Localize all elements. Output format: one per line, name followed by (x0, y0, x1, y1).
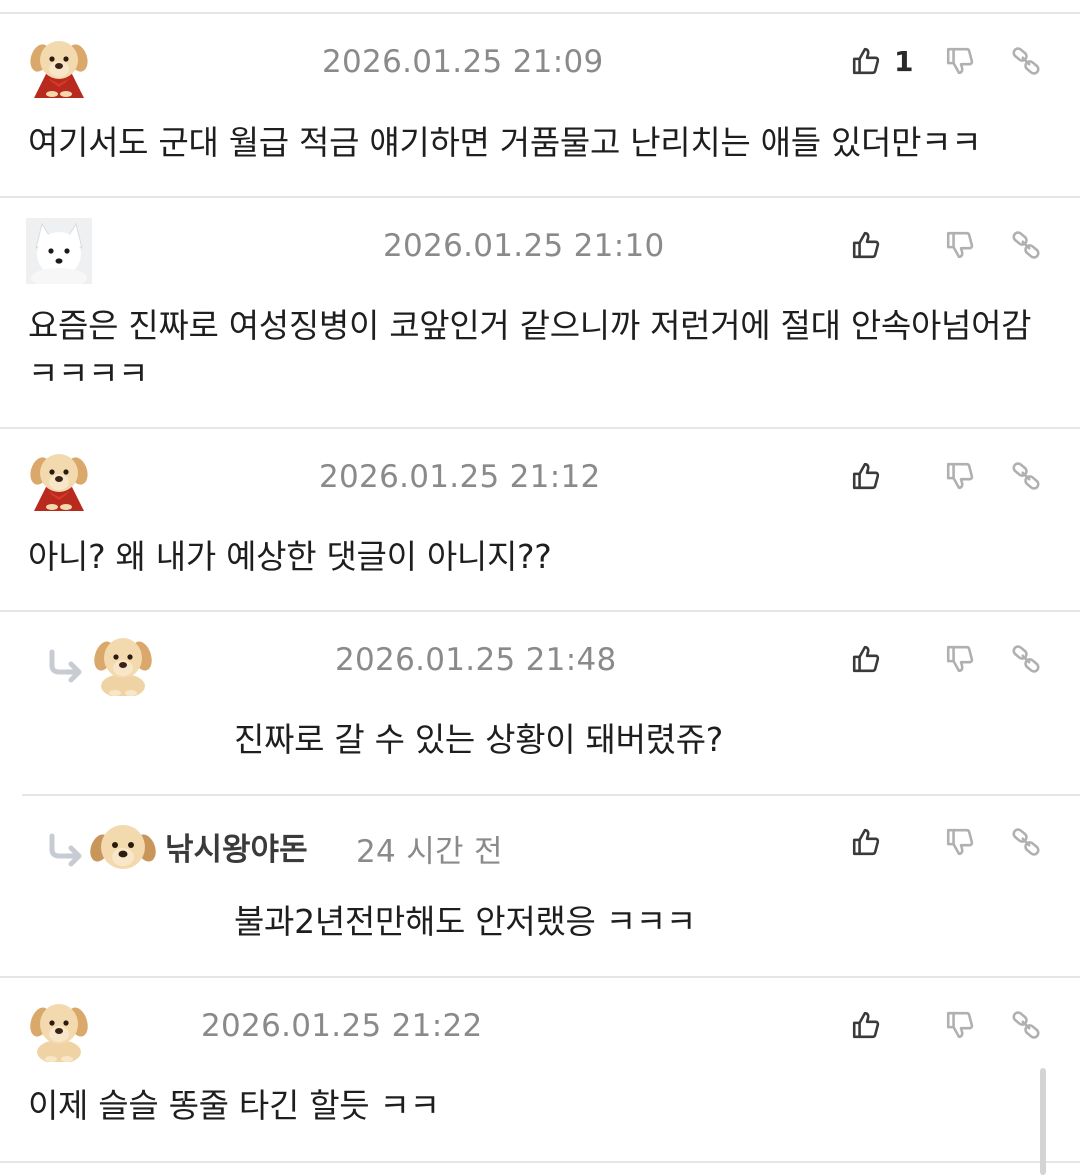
comment-divider (0, 610, 1080, 612)
comment-text: 요즘은 진짜로 여성징병이 코앞인거 같으니까 저런거에 절대 안속아넘어감 ㅋ… (28, 306, 1042, 393)
comment-actions (846, 1005, 1046, 1045)
comment-actions (846, 456, 1046, 496)
puppy-icon[interactable] (26, 996, 92, 1062)
comment-text: 여기서도 군대 월급 적금 얘기하면 거품물고 난리치는 애들 있더만ㅋㅋ (28, 123, 982, 162)
like-button[interactable] (846, 822, 886, 862)
like-count: 1 (894, 44, 914, 78)
reply-arrow-icon (46, 648, 86, 684)
like-button[interactable] (846, 456, 886, 496)
like-button[interactable] (846, 225, 886, 265)
comment-item: 2026.01.25 21:12 아니? 왜 내가 예상한 댓글이 아니지?? (0, 447, 1080, 610)
share-link-button[interactable] (1006, 41, 1046, 81)
dislike-button[interactable] (940, 639, 980, 679)
like-button[interactable] (846, 639, 886, 679)
reply-arrow-icon (46, 832, 86, 868)
puppy-cape-icon[interactable] (26, 447, 92, 513)
comment-item: 2026.01.25 21:22 이제 슬슬 똥줄 타긴 할듯 ㅋㅋ (0, 996, 1080, 1161)
like-button[interactable] (846, 1005, 886, 1045)
comment-divider (0, 196, 1080, 198)
like-button[interactable] (846, 41, 886, 81)
comment-text: 불과2년전만해도 안저랬응 ㅋㅋㅋ (234, 902, 696, 941)
comment-date: 2026.01.25 21:48 (335, 642, 617, 678)
white-fox-icon[interactable] (26, 218, 92, 284)
puppy-icon[interactable] (90, 630, 156, 696)
share-link-button[interactable] (1006, 225, 1046, 265)
comment-item: 2026.01.25 21:09 1 여기서도 군대 월급 적금 얘기하면 거품… (0, 34, 1080, 196)
puppy-face-icon[interactable] (90, 814, 156, 880)
top-divider (0, 12, 1080, 14)
comment-date: 2026.01.25 21:10 (383, 228, 665, 264)
reply-item: 낚시왕야돈 24 시간 전 불과2년전만해도 안저랬응 ㅋㅋㅋ (0, 814, 1080, 976)
scrollbar[interactable] (1040, 1068, 1046, 1175)
comment-date: 2026.01.25 21:22 (201, 1008, 483, 1044)
dislike-button[interactable] (940, 225, 980, 265)
comment-actions: 1 (846, 41, 1046, 81)
comment-actions (846, 225, 1046, 265)
dislike-button[interactable] (940, 456, 980, 496)
share-link-button[interactable] (1006, 639, 1046, 679)
comment-divider (0, 1161, 1080, 1163)
share-link-button[interactable] (1006, 1005, 1046, 1045)
reply-divider (22, 794, 1080, 796)
dislike-button[interactable] (940, 1005, 980, 1045)
dislike-button[interactable] (940, 41, 980, 81)
comment-divider (0, 427, 1080, 429)
share-link-button[interactable] (1006, 822, 1046, 862)
comment-text: 진짜로 갈 수 있는 상황이 돼버렸쥬? (234, 720, 724, 759)
comment-actions (846, 639, 1046, 679)
comment-text: 이제 슬슬 똥줄 타긴 할듯 ㅋㅋ (28, 1086, 440, 1125)
comment-divider (0, 976, 1080, 978)
comment-text: 아니? 왜 내가 예상한 댓글이 아니지?? (28, 537, 552, 576)
comment-actions (846, 822, 1046, 862)
nickname[interactable]: 낚시왕야돈 (165, 824, 308, 869)
comment-date: 24 시간 전 (356, 834, 503, 870)
share-link-button[interactable] (1006, 456, 1046, 496)
reply-item: 2026.01.25 21:48 진짜로 갈 수 있는 상황이 돼버렸쥬? (0, 630, 1080, 794)
comment-date: 2026.01.25 21:09 (322, 44, 604, 80)
comment-date: 2026.01.25 21:12 (319, 459, 601, 495)
comment-item: 2026.01.25 21:10 요즘은 진짜로 여성징병이 코앞인거 같으니까… (0, 218, 1080, 426)
puppy-cape-icon[interactable] (26, 34, 92, 100)
dislike-button[interactable] (940, 822, 980, 862)
